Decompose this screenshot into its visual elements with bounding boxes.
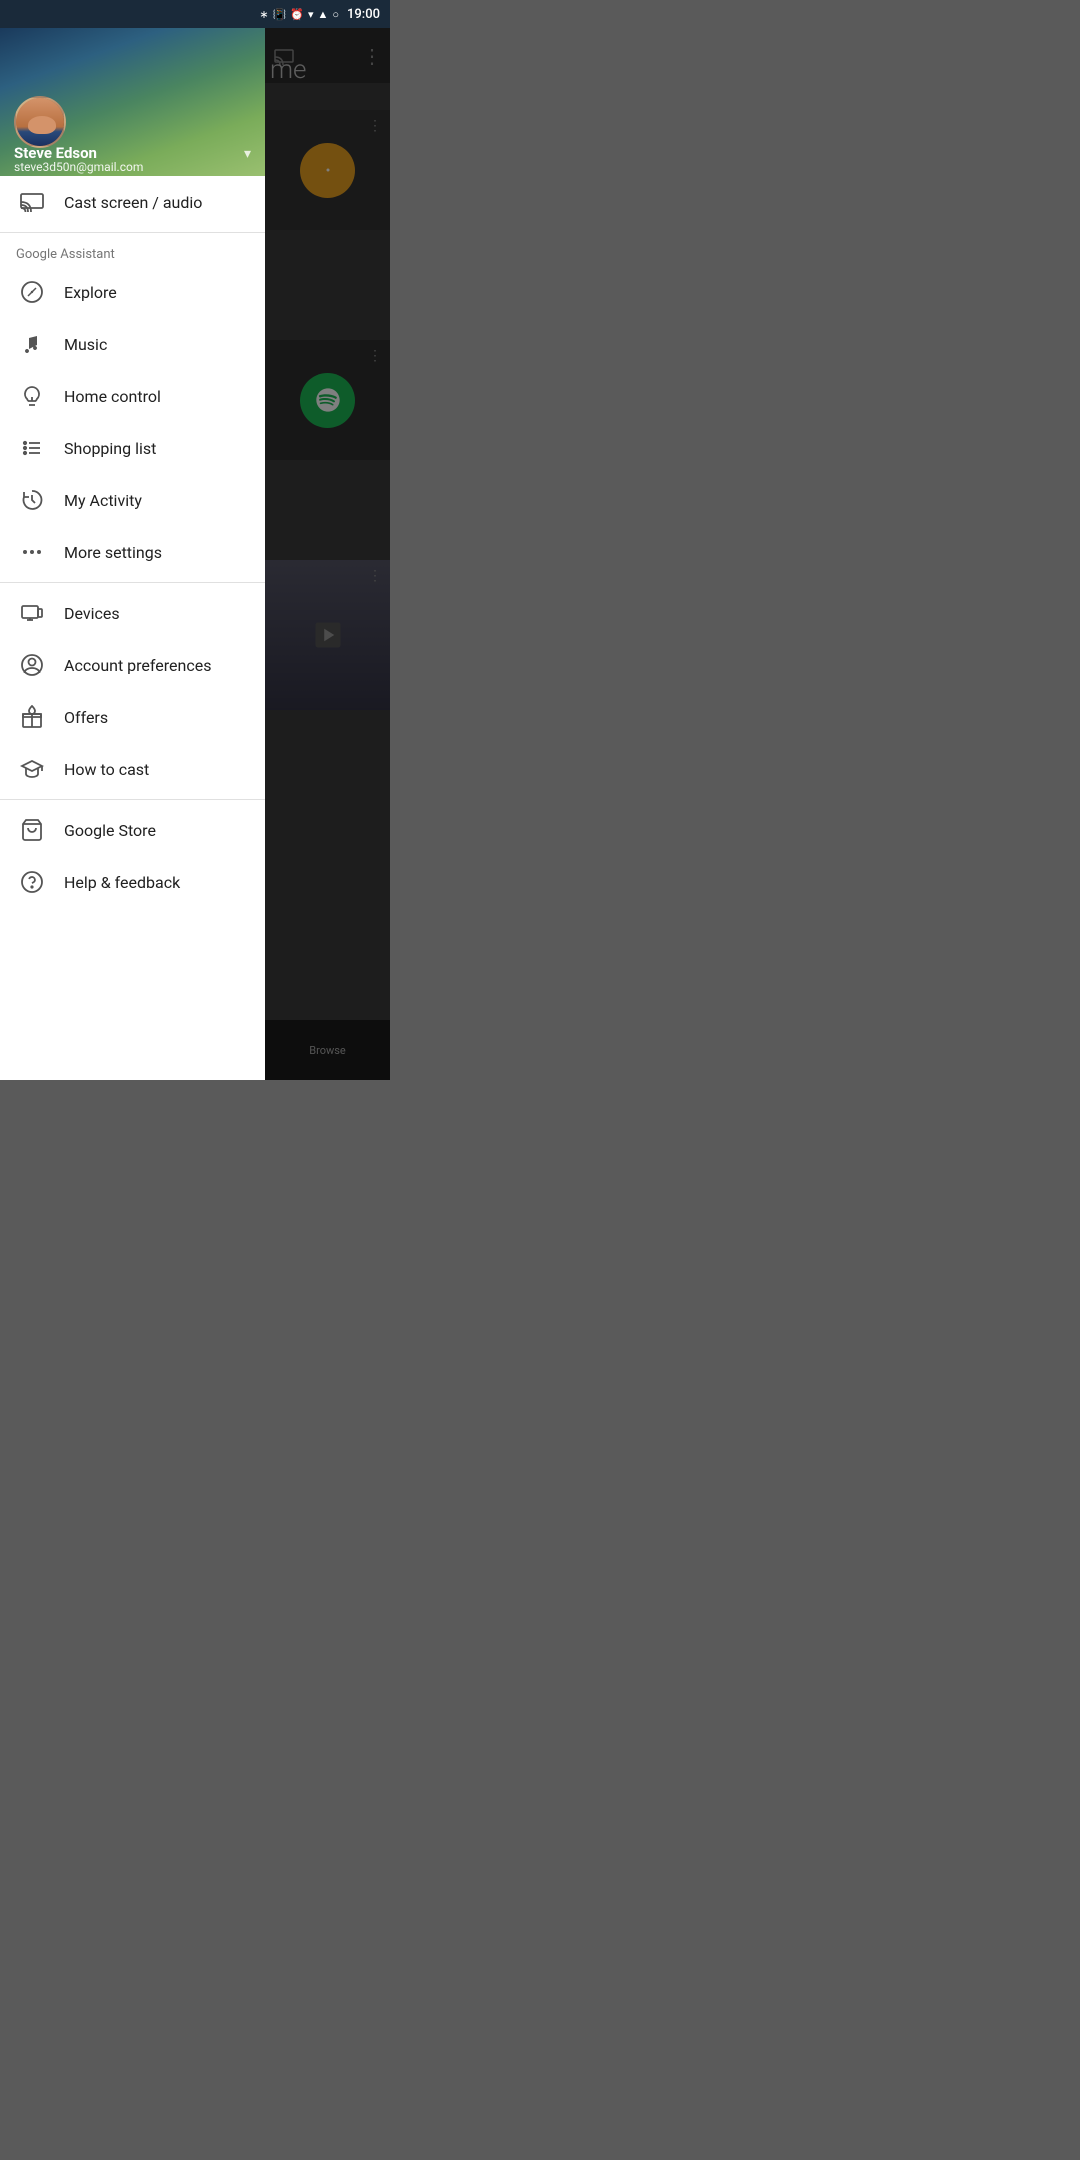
music-note-icon — [16, 332, 48, 356]
explore-icon-svg — [20, 280, 44, 304]
cast-screen-item[interactable]: Cast screen / audio — [0, 176, 265, 228]
gift-icon — [16, 705, 48, 729]
devices-label: Devices — [64, 604, 120, 623]
nav-drawer: Steve Edson steve3d50n@gmail.com ▾ Cast … — [0, 28, 265, 1080]
music-icon-svg — [20, 332, 44, 356]
shopping-list-label: Shopping list — [64, 439, 156, 458]
question-circle-icon — [16, 870, 48, 894]
cast-screen-icon — [16, 192, 48, 212]
profile-header[interactable]: Steve Edson steve3d50n@gmail.com ▾ — [0, 28, 265, 176]
wifi-icon: ▾ — [308, 8, 314, 21]
my-activity-label: My Activity — [64, 491, 142, 510]
more-settings-label: More settings — [64, 543, 162, 562]
devices-icon — [16, 601, 48, 625]
explore-label: Explore — [64, 283, 117, 302]
how-to-cast-icon-svg — [20, 757, 44, 781]
google-store-label: Google Store — [64, 821, 156, 840]
shopping-list-icon-svg — [20, 436, 44, 460]
history-icon — [16, 488, 48, 512]
sidebar-item-devices[interactable]: Devices — [0, 587, 265, 639]
account-preferences-icon — [16, 653, 48, 677]
sidebar-item-home-control[interactable]: Home control — [0, 370, 265, 422]
status-bar: ∗ 📳 ⏰ ▾ ▲ ○ 19:00 — [0, 0, 390, 28]
vibrate-icon: 📳 — [273, 8, 287, 21]
more-settings-icon-svg — [20, 540, 44, 564]
sidebar-item-offers[interactable]: Offers — [0, 691, 265, 743]
cast-icon-svg — [20, 192, 44, 212]
sidebar-item-how-to-cast[interactable]: How to cast — [0, 743, 265, 795]
sidebar-item-music[interactable]: Music — [0, 318, 265, 370]
status-icons: ∗ 📳 ⏰ ▾ ▲ ○ — [259, 8, 339, 21]
sidebar-item-shopping-list[interactable]: Shopping list — [0, 422, 265, 474]
google-assistant-section-label: Google Assistant — [0, 237, 265, 266]
music-label: Music — [64, 335, 107, 354]
google-store-icon-svg — [20, 818, 44, 842]
graduation-cap-icon — [16, 757, 48, 781]
sidebar-item-explore[interactable]: Explore — [0, 266, 265, 318]
help-icon-svg — [20, 870, 44, 894]
help-feedback-label: Help & feedback — [64, 873, 180, 892]
how-to-cast-label: How to cast — [64, 760, 149, 779]
cart-icon — [16, 818, 48, 842]
more-dots-icon — [16, 540, 48, 564]
account-icon-svg — [20, 653, 44, 677]
drawer-scrim[interactable] — [265, 28, 390, 1080]
cast-screen-label: Cast screen / audio — [64, 193, 202, 212]
sidebar-item-help-feedback[interactable]: Help & feedback — [0, 856, 265, 908]
alarm-icon: ⏰ — [290, 8, 304, 21]
signal-icon: ▲ — [317, 8, 328, 21]
home-control-label: Home control — [64, 387, 161, 406]
sidebar-item-google-store[interactable]: Google Store — [0, 804, 265, 856]
account-preferences-label: Account preferences — [64, 656, 211, 675]
offers-icon-svg — [20, 705, 44, 729]
divider-2 — [0, 582, 265, 583]
sidebar-item-more-settings[interactable]: More settings — [0, 526, 265, 578]
offers-label: Offers — [64, 708, 108, 727]
list-icon — [16, 436, 48, 460]
battery-icon: ○ — [332, 8, 339, 21]
avatar-image — [16, 98, 64, 146]
home-control-icon-svg — [20, 384, 44, 408]
bluetooth-icon: ∗ — [259, 8, 268, 21]
lightbulb-icon — [16, 384, 48, 408]
profile-dropdown-icon[interactable]: ▾ — [244, 146, 251, 162]
status-time: 19:00 — [347, 7, 380, 22]
profile-email: steve3d50n@gmail.com — [14, 160, 143, 174]
sidebar-item-account-preferences[interactable]: Account preferences — [0, 639, 265, 691]
sidebar-item-my-activity[interactable]: My Activity — [0, 474, 265, 526]
divider-3 — [0, 799, 265, 800]
activity-icon-svg — [20, 488, 44, 512]
devices-icon-svg — [20, 601, 44, 625]
divider-1 — [0, 232, 265, 233]
avatar — [14, 96, 66, 148]
compass-icon — [16, 280, 48, 304]
